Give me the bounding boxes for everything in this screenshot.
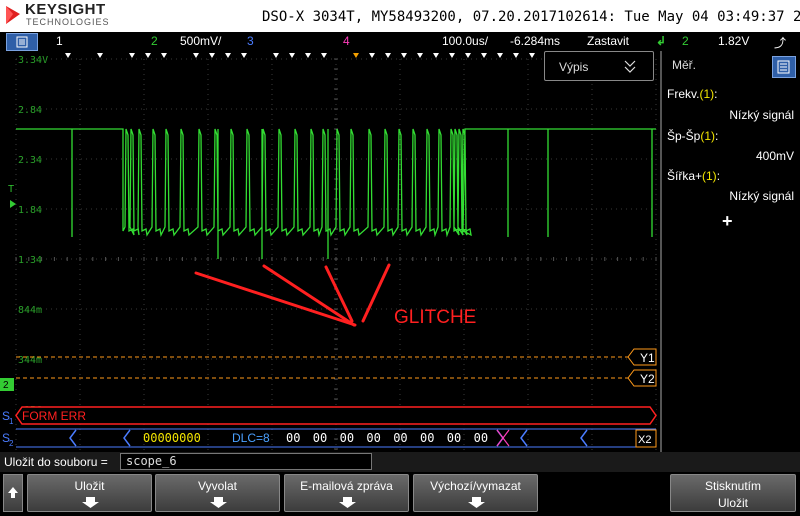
measurement-1-label[interactable]: Frekv.(1): — [667, 87, 717, 101]
arrow-down-icon — [339, 497, 356, 508]
trigger-level[interactable]: 1.82V — [718, 34, 749, 48]
file-bar: Uložit do souboru = scope_6 — [0, 452, 800, 472]
menu-icon — [777, 60, 790, 74]
trigger-edge-icon: ↲ — [656, 34, 667, 48]
arrow-down-icon — [468, 497, 485, 508]
brand-subtitle: TECHNOLOGIES — [26, 17, 110, 27]
measurement-2-value: 400mV — [755, 149, 794, 163]
channel-bar: 1 2 500mV/ 3 4 100.0us/ -6.284ms Zastavi… — [0, 32, 800, 51]
y-axis-label: 1.34 — [18, 255, 42, 266]
menu-icon — [16, 36, 28, 48]
measurement-menu-button[interactable] — [772, 56, 796, 78]
cursor-x2-label[interactable]: X2 — [638, 434, 651, 446]
measurement-2-label[interactable]: Šp-Šp(1): — [667, 129, 718, 143]
channel-3-label[interactable]: 3 — [247, 34, 254, 48]
y-axis-label: 2.34 — [18, 155, 42, 166]
arrow-up-icon — [8, 487, 18, 498]
measurement-2-channel: (1) — [700, 129, 716, 143]
serial-2-data-byte: 00 — [286, 431, 300, 445]
serial-2-sub: 2 — [9, 439, 14, 448]
softkey-save-label: Uložit — [74, 479, 105, 493]
serial-2-data-byte: 00 — [447, 431, 461, 445]
softkey-email-label: E-mailová zpráva — [300, 479, 393, 493]
softkey-press-to-save-line2: Uložit — [717, 496, 748, 510]
cursor-y2-label[interactable]: Y2 — [640, 372, 655, 386]
softkey-default-clear[interactable]: Výchozí/vymazat — [413, 474, 538, 512]
softkey-email[interactable]: E-mailová zpráva — [284, 474, 409, 512]
file-name-input[interactable]: scope_6 — [120, 453, 372, 470]
channel-2-scale[interactable]: 500mV/ — [180, 34, 221, 48]
softkey-save[interactable]: Uložit — [27, 474, 152, 512]
y-axis-label: 1.84 — [18, 205, 42, 216]
serial-2-data-byte: 00 — [393, 431, 407, 445]
measurement-1-suffix: : — [714, 87, 718, 101]
measurement-panel-title: Měř. — [672, 58, 696, 72]
delay-value[interactable]: -6.284ms — [510, 34, 560, 48]
trigger-channel[interactable]: 2 — [682, 34, 689, 48]
measurement-3-channel: (1) — [702, 169, 717, 183]
serial-decode-lanes: S 1 FORM ERR S 2 00000000 DLC=8 00 00 00 00… — [2, 406, 657, 448]
chevron-down-icon — [624, 60, 636, 73]
timebase-value[interactable]: 100.0us/ — [442, 34, 488, 48]
run-state[interactable]: Zastavit — [587, 34, 629, 48]
serial-2-data-byte: 00 — [420, 431, 434, 445]
softkey-press-to-save-line1: Stisknutím — [704, 479, 761, 493]
softkey-recall-label: Vyvolat — [198, 479, 237, 493]
serial-1-sub: 1 — [9, 417, 14, 426]
vypis-label: Výpis — [559, 60, 589, 74]
serial-2-data-byte: 00 — [366, 431, 380, 445]
measurement-2-suffix: : — [715, 129, 719, 143]
softkey-press-to-save[interactable]: Stisknutím Uložit — [670, 474, 796, 512]
softkey-bar: Uložit Vyvolat E-mailová zpráva Výchozí/… — [0, 472, 800, 512]
cursor-y1-label[interactable]: Y1 — [640, 351, 655, 365]
trigger-slope-icon: ⤴ — [774, 36, 787, 50]
arrow-down-icon — [82, 497, 99, 508]
serial-2-id: 00000000 — [143, 431, 201, 445]
brand-name: KEYSIGHT — [25, 1, 106, 18]
softkey-default-clear-label: Výchozí/vymazat — [430, 479, 521, 493]
ground-marker-label: 2 — [3, 380, 9, 391]
measurement-3-name: Šířka+ — [667, 169, 703, 183]
save-to-file-label: Uložit do souboru = — [4, 455, 108, 469]
keysight-logo-icon — [6, 6, 20, 24]
serial-2-data-byte: 00 — [313, 431, 327, 445]
measurement-panel: Měř. Frekv.(1): Nízký signál Šp-Šp(1): 4… — [660, 51, 800, 452]
serial-2-data-byte: 00 — [474, 431, 488, 445]
channel-2-label[interactable]: 2 — [151, 34, 158, 48]
trigger-marker[interactable]: T — [8, 184, 14, 195]
measurement-1-name: Frekv. — [667, 87, 700, 101]
measurement-3-value: Nízký signál — [729, 189, 794, 203]
serial-2-dlc: DLC=8 — [232, 431, 270, 445]
y-axis-label: 844m — [18, 305, 42, 316]
vypis-button[interactable]: Výpis — [544, 51, 654, 81]
softkey-recall[interactable]: Vyvolat — [155, 474, 280, 512]
measurement-3-suffix: : — [716, 169, 721, 183]
add-measurement-button[interactable]: + — [722, 211, 733, 232]
header-bar: KEYSIGHT TECHNOLOGIES DSO-X 3034T, MY584… — [0, 0, 800, 32]
channel-4-label[interactable]: 4 — [343, 34, 350, 48]
waveform-display[interactable]: 3.34V2.842.341.841.34844m344m-156m Y1Y2 … — [0, 51, 660, 452]
serial-1-form-error: FORM ERR — [22, 409, 86, 423]
measurement-1-value: Nízký signál — [729, 108, 794, 122]
serial-2-data-byte: 00 — [340, 431, 354, 445]
channel-1-label[interactable]: 1 — [56, 34, 63, 48]
measurement-3-label[interactable]: Šířka+(1): — [667, 169, 720, 183]
measurement-1-channel: (1) — [699, 87, 715, 101]
y-axis-label: 3.34V — [18, 55, 48, 66]
softkey-up-button[interactable] — [3, 474, 23, 512]
arrow-down-icon — [210, 497, 227, 508]
measurement-2-name: Šp-Šp — [667, 129, 701, 143]
y-axis-label: 2.84 — [18, 105, 42, 116]
glitch-annotation: GLITCHE — [394, 307, 476, 328]
main-menu-button[interactable] — [6, 33, 38, 51]
instrument-info: DSO-X 3034T, MY58493200, 07.20.201710261… — [262, 9, 800, 25]
